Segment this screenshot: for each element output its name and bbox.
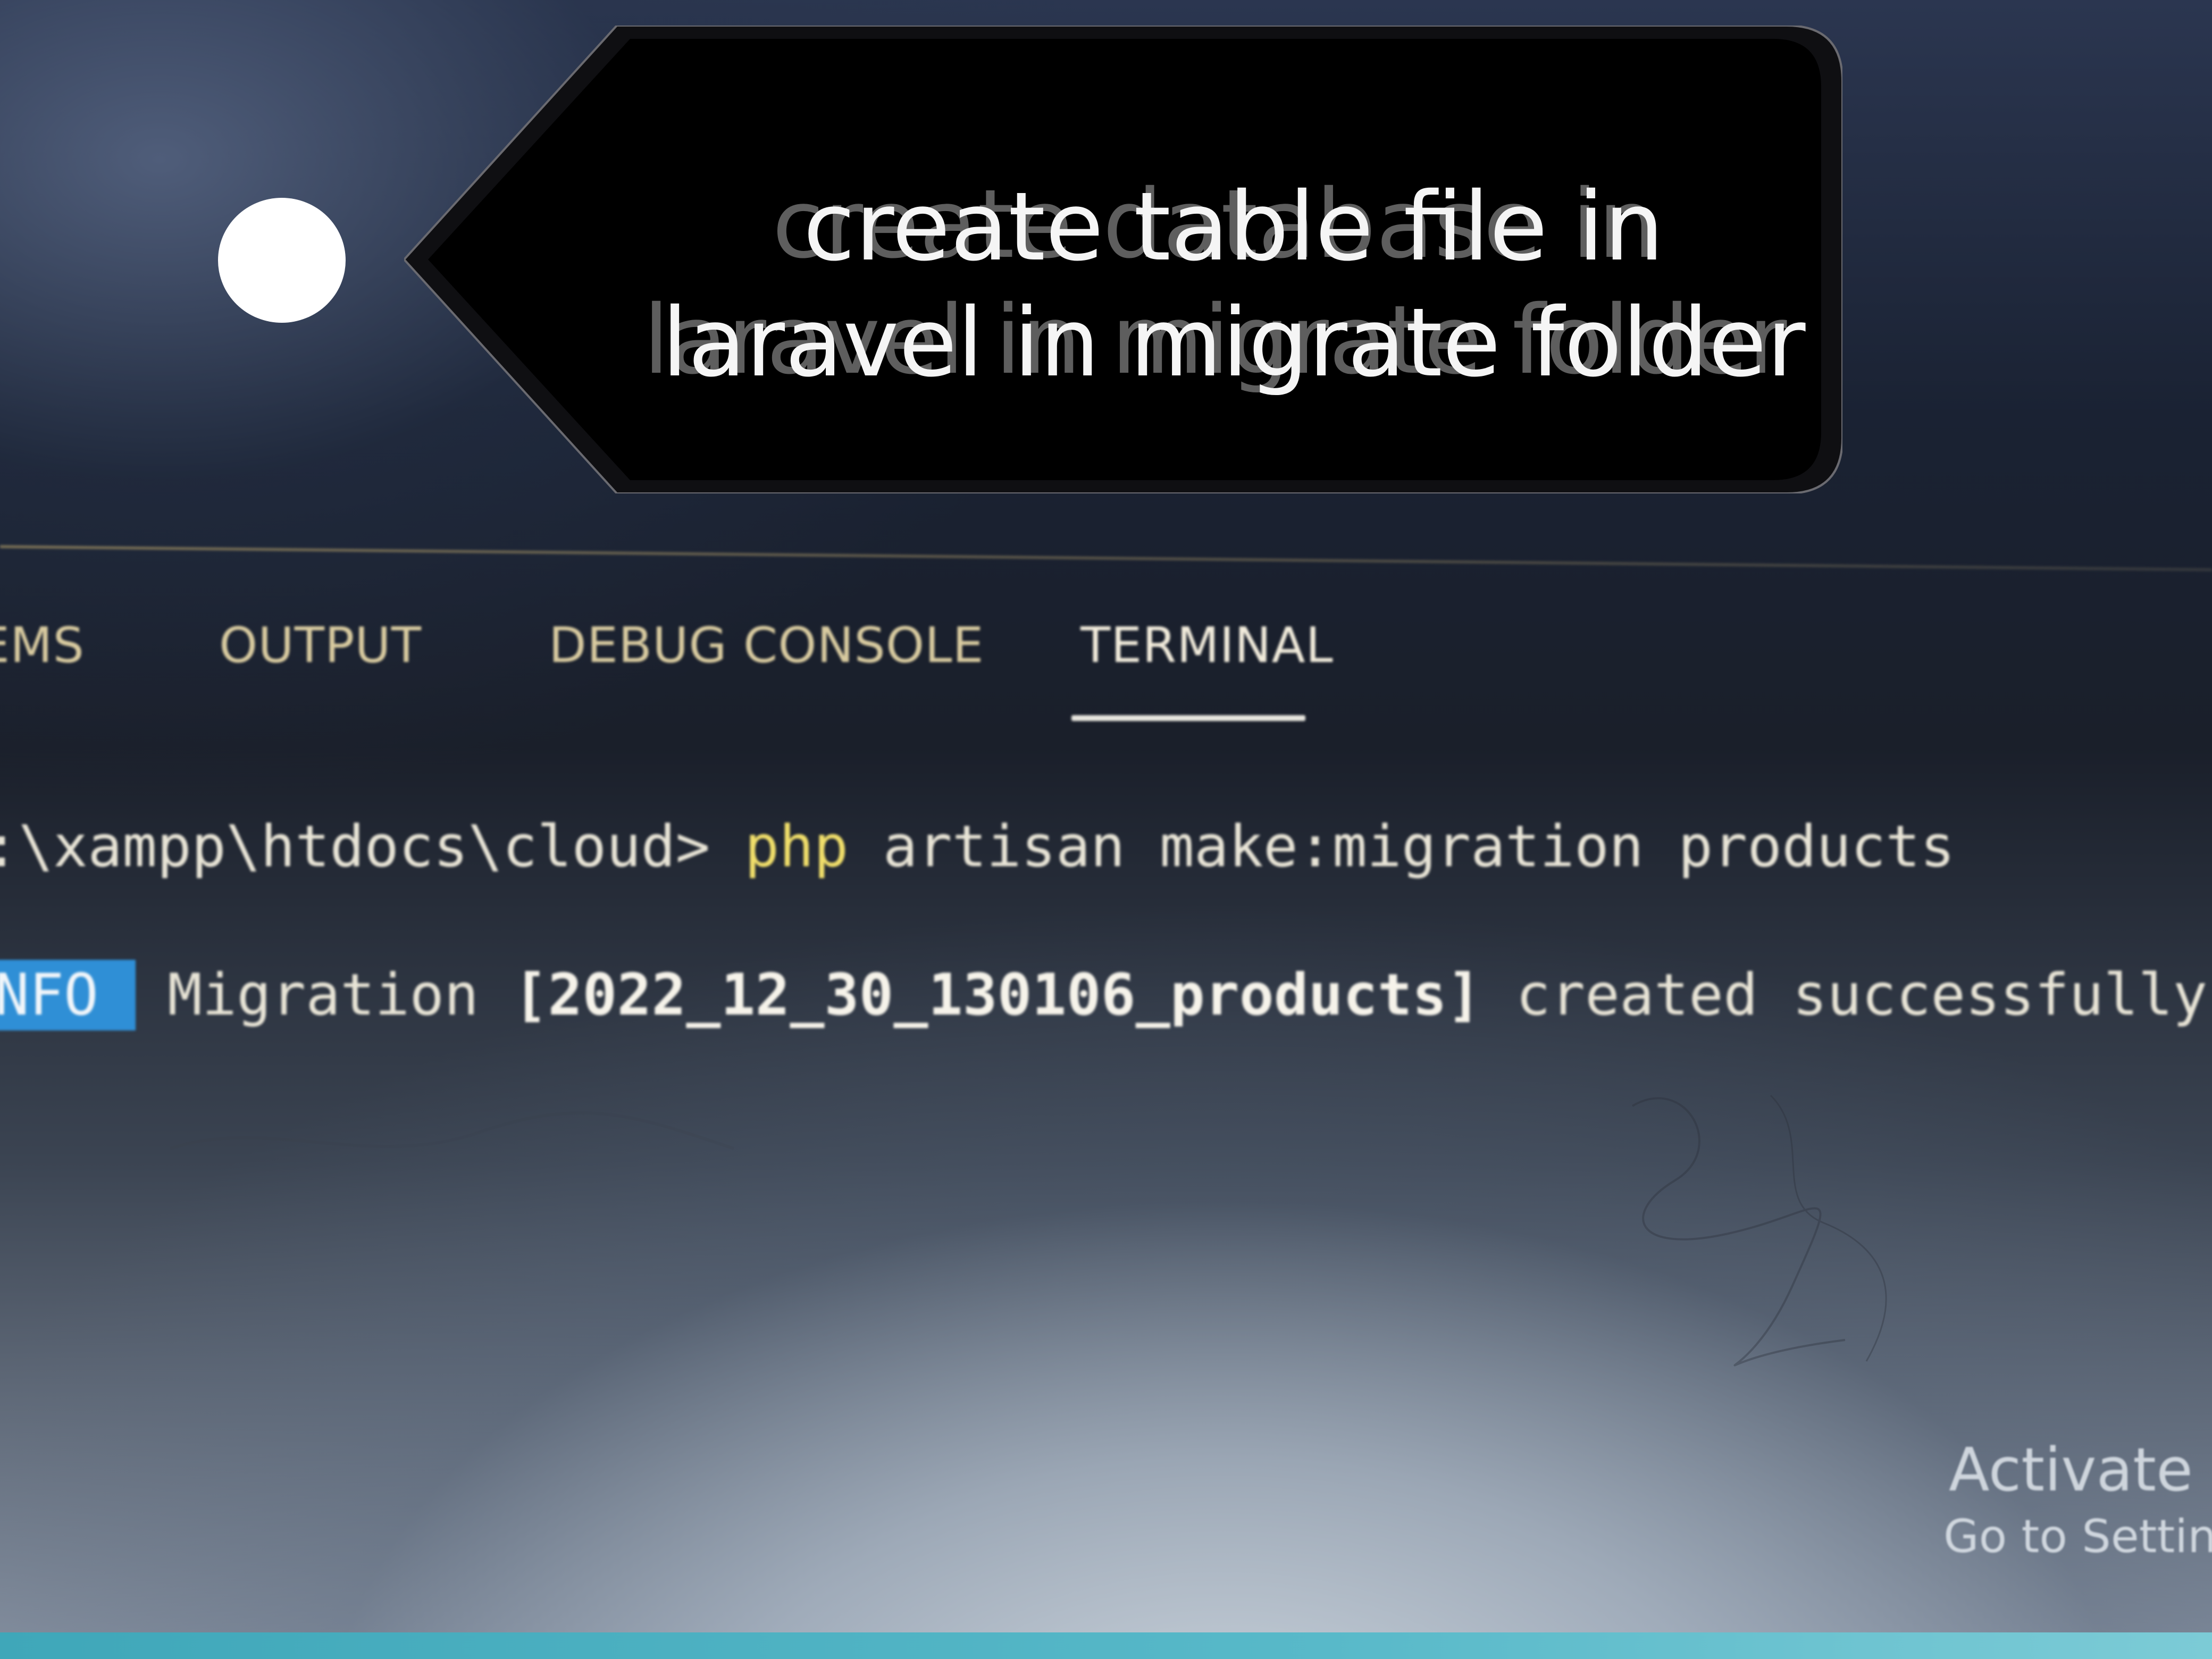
info-badge: NFO bbox=[0, 960, 136, 1030]
screen-reflection-smudge bbox=[170, 1111, 734, 1150]
info-badge-label: NFO bbox=[0, 962, 99, 1028]
migration-file-name: [2022_12_30_130106_products] bbox=[513, 962, 1481, 1028]
command-line: :\xampp\htdocs\cloud> php artisan make:m… bbox=[0, 814, 1955, 880]
tab-output[interactable]: OUTPUT bbox=[219, 617, 422, 674]
active-tab-indicator bbox=[1071, 715, 1305, 721]
watermark-title: Activate W bbox=[1949, 1436, 2212, 1505]
annotation-callout: create database in laravel in migrate fo… bbox=[404, 26, 1842, 493]
info-suffix: created successfully. bbox=[1515, 962, 2212, 1028]
tab-problems[interactable]: EMS bbox=[0, 617, 85, 674]
command-keyword: php bbox=[744, 814, 849, 880]
info-prefix: Migration bbox=[167, 962, 479, 1028]
screen-reflection-scribble bbox=[1631, 1094, 1887, 1367]
annotation-text: create table file in laravel in migrate … bbox=[661, 172, 1806, 398]
tab-terminal[interactable]: TERMINAL bbox=[1080, 617, 1334, 674]
command-args: artisan make:migration products bbox=[883, 814, 1955, 880]
panel-tabs: EMS OUTPUT DEBUG CONSOLE TERMINAL bbox=[0, 601, 1361, 721]
activate-windows-watermark: Activate W Go to Setting bbox=[1943, 1436, 2212, 1563]
watermark-subtitle: Go to Setting bbox=[1943, 1510, 2212, 1563]
info-line: NFO Migration [2022_12_30_130106_products… bbox=[0, 960, 2212, 1030]
tab-debug-console[interactable]: DEBUG CONSOLE bbox=[549, 617, 984, 674]
taskbar-edge bbox=[0, 1632, 2212, 1659]
terminal-prompt: :\xampp\htdocs\cloud> bbox=[0, 814, 710, 880]
annotation-dot bbox=[218, 198, 346, 323]
